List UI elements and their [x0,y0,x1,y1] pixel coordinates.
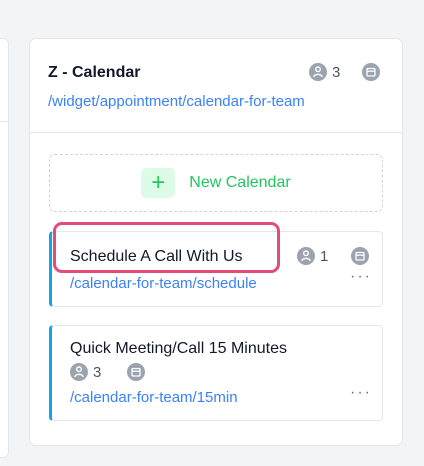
calendar-title[interactable]: Schedule A Call With Us [70,248,243,266]
calendar-members: 3 [70,363,101,381]
new-calendar-label: New Calendar [189,174,291,191]
calendar-member-count: 3 [93,363,102,381]
person-icon [297,247,315,265]
plus-icon: + [141,168,176,198]
calendar-members: 1 [297,247,328,265]
group-link[interactable]: /widget/appointment/calendar-for-team [48,93,305,110]
calendar-icon[interactable] [351,247,369,265]
more-options-icon[interactable]: ··· [350,384,372,402]
calendar-link[interactable]: /calendar-for-team/schedule [70,275,257,292]
more-options-icon[interactable]: ··· [350,268,372,286]
calendar-group-header: Z - Calendar /widget/appointment/calenda… [30,39,402,133]
person-icon [309,63,327,81]
group-members: 3 [309,63,340,81]
calendar-link[interactable]: /calendar-for-team/15min [70,389,238,406]
calendar-card-schedule[interactable]: Schedule A Call With Us /calendar-for-te… [49,231,383,307]
previous-calendar-group-column [0,38,9,458]
calendar-icon[interactable] [127,363,145,381]
group-title: Z - Calendar [48,64,141,81]
column-divider [0,121,8,122]
group-member-count: 3 [332,63,341,81]
calendar-group-card: Z - Calendar /widget/appointment/calenda… [29,38,403,446]
calendar-card-15min[interactable]: Quick Meeting/Call 15 Minutes 3 /calenda… [49,325,383,421]
calendar-title[interactable]: Quick Meeting/Call 15 Minutes [70,340,287,358]
person-icon [70,363,88,381]
calendar-icon[interactable] [362,63,380,81]
new-calendar-button[interactable]: + New Calendar [49,154,383,212]
calendar-member-count: 1 [320,247,329,265]
